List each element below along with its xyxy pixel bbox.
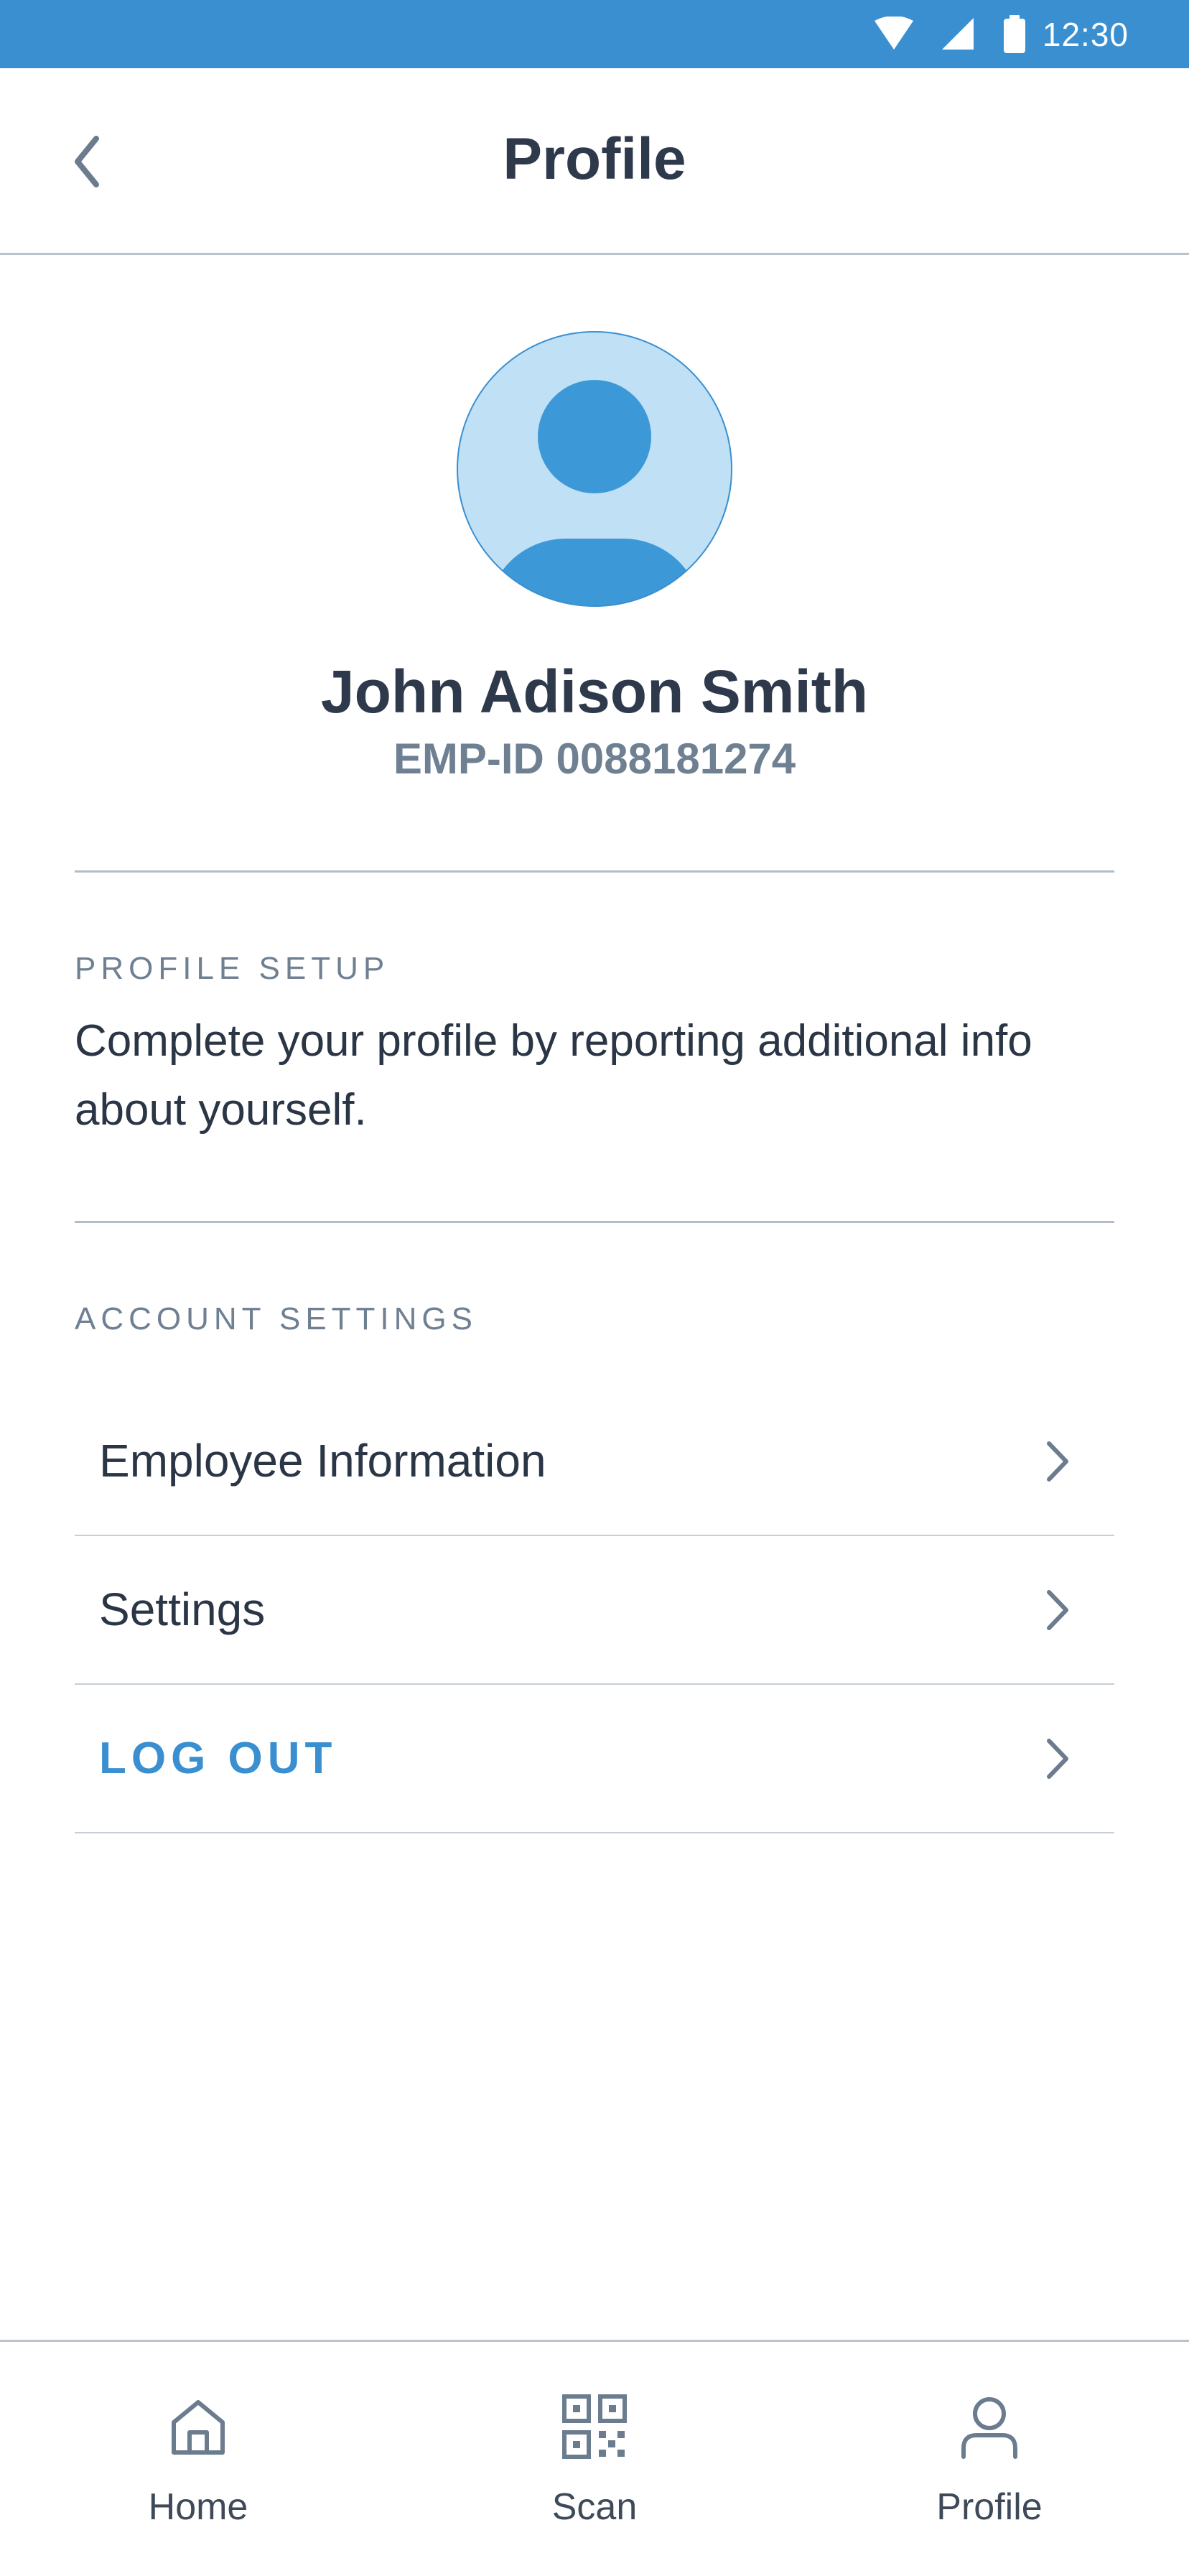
nav-item-scan[interactable]: Scan xyxy=(487,2342,702,2576)
profile-name: John Adison Smith xyxy=(320,658,869,725)
employee-information-item[interactable]: Employee Information xyxy=(75,1387,1114,1535)
employee-id: EMP-ID 0088181274 xyxy=(393,735,796,783)
nav-label-profile: Profile xyxy=(936,2486,1043,2528)
qr-code-icon xyxy=(562,2394,627,2459)
bottom-nav: Home Scan Profile xyxy=(0,2340,1189,2574)
divider xyxy=(75,870,1114,873)
home-icon xyxy=(172,2400,225,2455)
settings-item[interactable]: Settings xyxy=(75,1536,1114,1683)
employee-information-label: Employee Information xyxy=(99,1435,546,1487)
user-avatar-icon[interactable] xyxy=(456,330,733,608)
page-title: Profile xyxy=(503,126,686,192)
divider xyxy=(75,1221,1114,1223)
divider xyxy=(75,1832,1114,1833)
chevron-right-icon xyxy=(1047,1739,1068,1779)
wifi-icon xyxy=(874,17,913,50)
account-settings-heading: ACCOUNT SETTINGS xyxy=(75,1301,478,1336)
profile-setup-description[interactable]: Complete your profile by reporting addit… xyxy=(75,1007,1123,1145)
chevron-right-icon xyxy=(1047,1441,1068,1482)
nav-item-home[interactable]: Home xyxy=(90,2342,306,2576)
log-out-label: LOG OUT xyxy=(99,1734,337,1783)
user-icon xyxy=(961,2397,1017,2459)
nav-label-scan: Scan xyxy=(551,2486,638,2528)
nav-item-profile[interactable]: Profile xyxy=(882,2342,1097,2576)
chevron-right-icon xyxy=(1047,1590,1068,1630)
status-time: 12:30 xyxy=(1042,16,1129,53)
status-bar: 12:30 xyxy=(0,0,1189,68)
log-out-item[interactable]: LOG OUT xyxy=(75,1685,1114,1832)
nav-label-home: Home xyxy=(148,2486,248,2528)
cellular-signal-icon xyxy=(941,18,974,50)
battery-icon xyxy=(1003,15,1025,53)
app-header: Profile xyxy=(0,68,1189,255)
status-icons: 12:30 xyxy=(873,13,1129,56)
profile-setup-heading: PROFILE SETUP xyxy=(75,951,390,986)
settings-label: Settings xyxy=(99,1584,266,1635)
